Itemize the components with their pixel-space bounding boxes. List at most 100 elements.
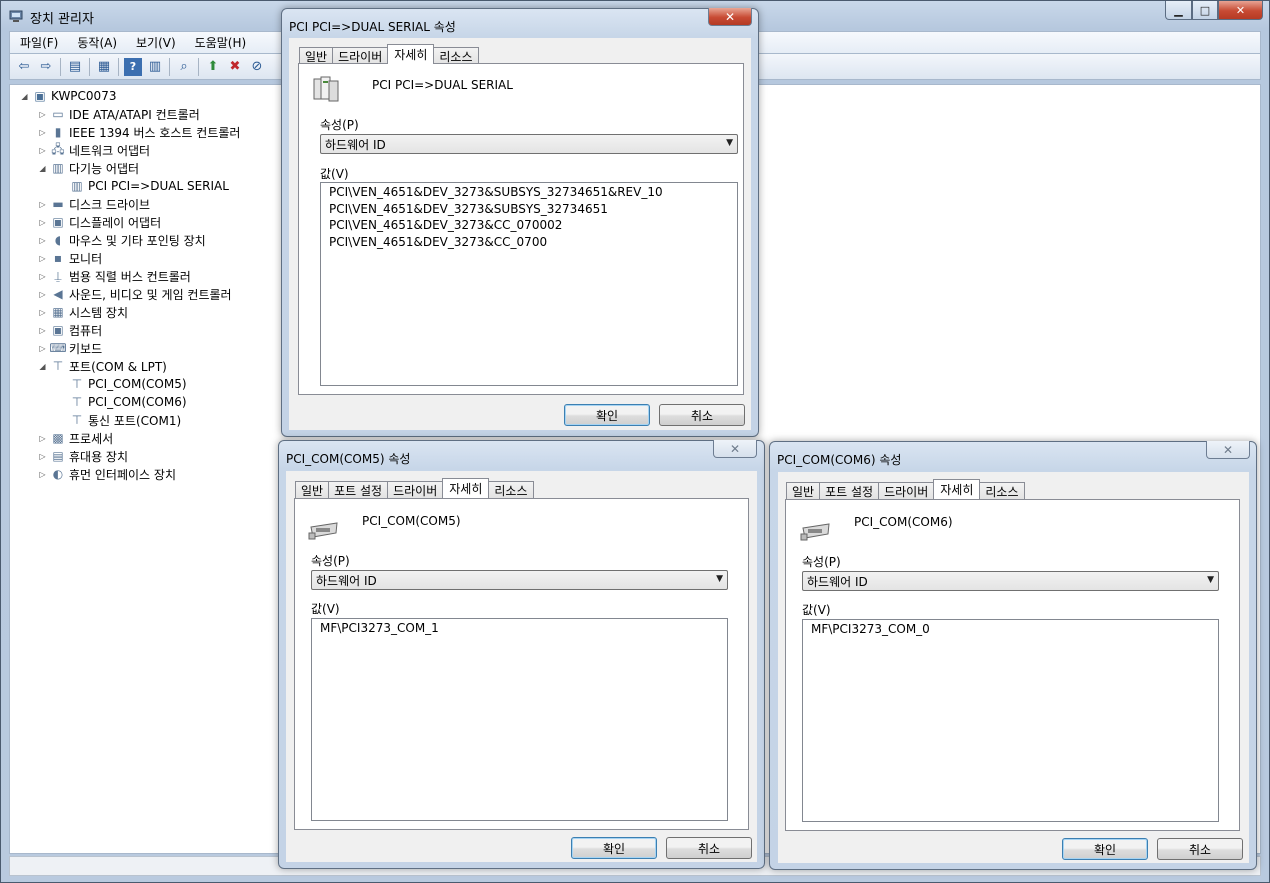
forward-icon[interactable]: ⇨ <box>37 58 55 76</box>
tree-item[interactable]: ▷ ⍊ 범용 직렬 버스 컨트롤러 <box>38 267 190 285</box>
tree-item[interactable]: ▷ ◀ 사운드, 비디오 및 게임 컨트롤러 <box>38 285 231 303</box>
value-item[interactable]: MF\PCI3273_COM_0 <box>811 621 1218 638</box>
tree-item[interactable]: ▥ PCI PCI=>DUAL SERIAL <box>57 177 229 195</box>
tree-item[interactable]: ▷ ◖ 마우스 및 기타 포인팅 장치 <box>38 231 205 249</box>
expand-icon[interactable]: ▷ <box>38 236 47 245</box>
device-name: PCI PCI=>DUAL SERIAL <box>372 78 513 92</box>
tree-item[interactable]: ▷ ▬ 디스크 드라이브 <box>38 195 150 213</box>
tab-port-settings[interactable]: 포트 설정 <box>819 482 880 499</box>
expand-icon[interactable]: ▷ <box>38 128 47 137</box>
value-list[interactable]: PCI\VEN_4651&DEV_3273&SUBSYS_32734651&RE… <box>320 182 738 386</box>
expand-icon[interactable]: ▷ <box>38 344 47 353</box>
value-list[interactable]: MF\PCI3273_COM_0 <box>802 619 1219 822</box>
portable-icon: ▤ <box>52 449 64 463</box>
expand-icon[interactable]: ▷ <box>38 434 47 443</box>
value-item[interactable]: PCI\VEN_4651&DEV_3273&CC_070002 <box>329 217 737 234</box>
menu-file[interactable]: 파일(F) <box>10 34 67 51</box>
tab-details[interactable]: 자세히 <box>933 479 981 499</box>
value-item[interactable]: MF\PCI3273_COM_1 <box>320 620 727 637</box>
dialog-close-button[interactable]: ✕ <box>708 8 752 26</box>
tab-port-settings[interactable]: 포트 설정 <box>328 481 389 498</box>
tree-item-label: 키보드 <box>69 341 103 356</box>
tree-item[interactable]: ◢ ▥ 다기능 어댑터 <box>38 159 139 177</box>
tree-item[interactable]: ▷ ▪ 모니터 <box>38 249 102 267</box>
tab-general[interactable]: 일반 <box>295 481 330 498</box>
ok-button[interactable]: 확인 <box>1062 838 1148 860</box>
tab-resources[interactable]: 리소스 <box>488 481 534 498</box>
expand-icon[interactable]: ▷ <box>38 110 47 119</box>
system-icon: ▦ <box>52 305 64 319</box>
menu-action[interactable]: 동작(A) <box>67 34 126 51</box>
collapse-icon[interactable]: ◢ <box>38 164 47 173</box>
value-item[interactable]: PCI\VEN_4651&DEV_3273&SUBSYS_32734651 <box>329 201 737 218</box>
tab-details[interactable]: 자세히 <box>442 478 490 498</box>
expand-icon[interactable]: ▷ <box>38 146 47 155</box>
tree-item[interactable]: ▷ ◐ 휴먼 인터페이스 장치 <box>38 465 176 483</box>
help-icon[interactable]: ? <box>124 57 142 76</box>
collapse-icon[interactable]: ◢ <box>20 92 29 101</box>
port-icon: ⊤ <box>71 377 83 391</box>
properties-icon[interactable]: ▦ <box>95 58 113 76</box>
dialog-close-button[interactable]: ✕ <box>1206 441 1250 459</box>
disable-icon[interactable]: ⊘ <box>248 58 266 76</box>
expand-icon[interactable]: ▷ <box>38 218 47 227</box>
tree-item[interactable]: ▷ ▣ 컴퓨터 <box>38 321 102 339</box>
cancel-button[interactable]: 취소 <box>659 404 745 426</box>
expand-icon[interactable]: ▷ <box>38 308 47 317</box>
tree-item[interactable]: ⊤ 통신 포트(COM1) <box>57 411 181 429</box>
tree-item[interactable]: ▷ 🖧 네트워크 어댑터 <box>38 141 150 159</box>
tree-item[interactable]: ▷ ▤ 휴대용 장치 <box>38 447 128 465</box>
close-button[interactable]: ✕ <box>1218 1 1263 20</box>
tab-resources[interactable]: 리소스 <box>433 47 479 64</box>
tree-item[interactable]: ◢ ⊤ 포트(COM & LPT) <box>38 357 166 375</box>
expand-icon[interactable]: ▷ <box>38 254 47 263</box>
tab-general[interactable]: 일반 <box>299 47 334 64</box>
expand-icon[interactable]: ▷ <box>38 326 47 335</box>
expand-icon[interactable]: ▷ <box>38 200 47 209</box>
tree-item[interactable]: ▷ ▮ IEEE 1394 버스 호스트 컨트롤러 <box>38 123 240 141</box>
cancel-button[interactable]: 취소 <box>666 837 752 859</box>
property-dropdown[interactable]: 하드웨어 ID ▼ <box>320 134 738 154</box>
back-icon[interactable]: ⇦ <box>15 58 33 76</box>
expand-icon[interactable]: ▷ <box>38 290 47 299</box>
expand-icon[interactable]: ▷ <box>38 272 47 281</box>
up-icon[interactable]: ▤ <box>66 58 84 76</box>
tree-item-label: IDE ATA/ATAPI 컨트롤러 <box>69 107 200 122</box>
expand-icon[interactable]: ▷ <box>38 470 47 479</box>
tree-item[interactable]: ⊤ PCI_COM(COM6) <box>57 393 187 411</box>
dialog-close-button[interactable]: ✕ <box>713 440 757 458</box>
update-driver-icon[interactable]: ⬆ <box>204 58 222 76</box>
tab-driver[interactable]: 드라이버 <box>332 47 389 64</box>
maximize-button[interactable]: □ <box>1192 1 1218 20</box>
menu-view[interactable]: 보기(V) <box>126 34 185 51</box>
minimize-button[interactable]: ▁ <box>1165 1 1192 20</box>
tab-driver[interactable]: 드라이버 <box>878 482 935 499</box>
scan-hardware-icon[interactable]: ⌕ <box>175 58 193 76</box>
tree-item[interactable]: ▷ ⌨ 키보드 <box>38 339 102 357</box>
details-tab-page: PCI_COM(COM6) 속성(P) 하드웨어 ID ▼ 값(V) MF\PC… <box>785 499 1240 831</box>
menu-help[interactable]: 도움말(H) <box>185 34 256 51</box>
value-item[interactable]: PCI\VEN_4651&DEV_3273&CC_0700 <box>329 234 737 251</box>
tree-item[interactable]: ▷ ▩ 프로세서 <box>38 429 113 447</box>
property-dropdown[interactable]: 하드웨어 ID ▼ <box>802 571 1219 591</box>
cancel-button[interactable]: 취소 <box>1157 838 1243 860</box>
tree-item[interactable]: ⊤ PCI_COM(COM5) <box>57 375 187 393</box>
tree-item[interactable]: ▷ ▦ 시스템 장치 <box>38 303 128 321</box>
tab-driver[interactable]: 드라이버 <box>387 481 444 498</box>
value-list[interactable]: MF\PCI3273_COM_1 <box>311 618 728 821</box>
property-dropdown[interactable]: 하드웨어 ID ▼ <box>311 570 728 590</box>
tab-resources[interactable]: 리소스 <box>979 482 1025 499</box>
ok-button[interactable]: 확인 <box>564 404 650 426</box>
collapse-icon[interactable]: ◢ <box>38 362 47 371</box>
view-icon[interactable]: ▥ <box>146 58 164 76</box>
uninstall-icon[interactable]: ✖ <box>226 58 244 76</box>
expand-icon[interactable]: ▷ <box>38 452 47 461</box>
tree-item[interactable]: ▷ ▭ IDE ATA/ATAPI 컨트롤러 <box>38 105 200 123</box>
tree-item[interactable]: ▷ ▣ 디스플레이 어댑터 <box>38 213 161 231</box>
tree-root[interactable]: ◢ ▣ KWPC0073 <box>20 87 116 105</box>
ok-button[interactable]: 확인 <box>571 837 657 859</box>
value-item[interactable]: PCI\VEN_4651&DEV_3273&SUBSYS_32734651&RE… <box>329 184 737 201</box>
tab-general[interactable]: 일반 <box>786 482 821 499</box>
tree-item-label: 네트워크 어댑터 <box>69 143 151 158</box>
tab-details[interactable]: 자세히 <box>387 44 435 64</box>
